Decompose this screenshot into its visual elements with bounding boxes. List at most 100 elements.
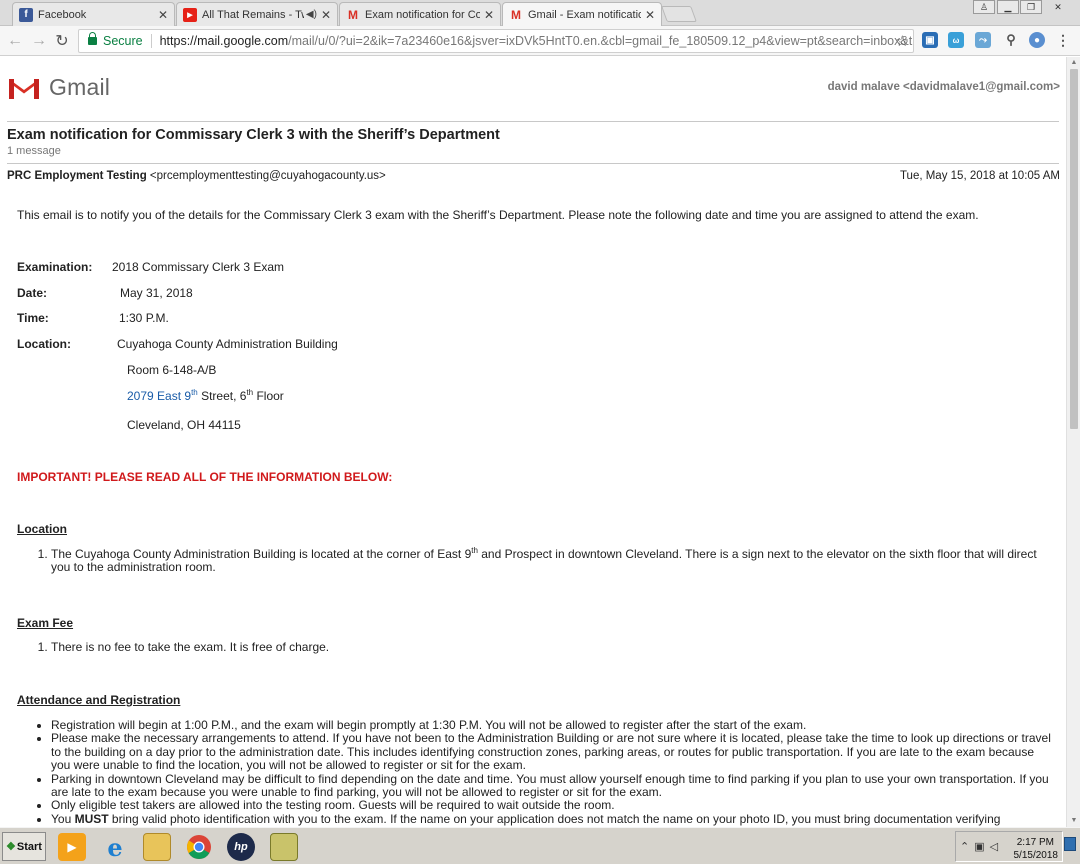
list-item: The Cuyahoga County Administration Build… xyxy=(51,546,1055,575)
list-item: You MUST bring valid photo identificatio… xyxy=(51,811,1055,826)
close-icon[interactable]: ✕ xyxy=(158,8,168,22)
divider xyxy=(7,121,1059,122)
location-city: Cleveland, OH 44115 xyxy=(127,418,241,432)
speaker-icon[interactable]: ◀) xyxy=(306,9,317,20)
media-player-icon[interactable]: ▶ xyxy=(58,833,86,861)
time-value: 1:30 P.M. xyxy=(119,311,169,325)
folder-icon[interactable] xyxy=(143,833,171,861)
start-label: Start xyxy=(16,840,42,853)
emphasis: MUST xyxy=(74,811,109,826)
scroll-thumb[interactable] xyxy=(1070,69,1078,429)
list-item-text: The Cuyahoga County Administration Build… xyxy=(51,547,472,561)
windows-taskbar: ❖ Start ▶ e hp ⌃▣◁ 2:17 PM 5/15/2018 xyxy=(0,827,1080,864)
address-link[interactable]: 2079 East 9th xyxy=(127,389,198,404)
profile-icon[interactable]: ♙ xyxy=(973,0,995,14)
new-tab-button[interactable] xyxy=(661,6,697,22)
fee-list: There is no fee to take the exam. It is … xyxy=(51,640,1055,654)
tab-title: Gmail - Exam notification fo xyxy=(528,9,641,21)
list-item: Please make the necessary arrangements t… xyxy=(51,732,1055,772)
exam-value: 2018 Commissary Clerk 3 Exam xyxy=(112,260,285,274)
internet-explorer-icon[interactable]: e xyxy=(101,833,129,862)
start-button[interactable]: ❖ Start xyxy=(2,832,46,861)
address-bar[interactable]: Secure https://mail.google.com/mail/u/0/… xyxy=(78,29,914,53)
sender-email: <prcemploymenttesting@cuyahogacounty.us> xyxy=(149,170,386,182)
list-item-text: You xyxy=(51,811,75,826)
clock-date[interactable]: 5/15/2018 xyxy=(1014,850,1059,861)
address-street: Street, 6 xyxy=(197,389,247,403)
gmail-print-view: Gmail david malave <davidmalave1@gmail.c… xyxy=(0,57,1066,827)
exam-label: Examination: xyxy=(17,260,93,274)
back-arrow-icon[interactable]: ← xyxy=(6,32,24,50)
gmail-icon: M xyxy=(348,7,358,22)
window-close-button[interactable]: ✕ xyxy=(1043,0,1073,14)
tab-gmail-active[interactable]: M Gmail - Exam notification fo ✕ xyxy=(502,2,662,27)
superscript: th xyxy=(471,546,478,555)
show-desktop-button[interactable] xyxy=(1064,837,1076,851)
clock-time[interactable]: 2:17 PM xyxy=(1017,837,1054,848)
chrome-icon[interactable] xyxy=(185,833,213,861)
list-item: Parking in downtown Cleveland may be dif… xyxy=(51,772,1055,800)
section-heading-location: Location xyxy=(17,522,67,536)
gmail-logo[interactable]: Gmail xyxy=(7,74,110,101)
message-count: 1 message xyxy=(7,145,61,157)
hp-icon[interactable]: hp xyxy=(227,833,255,861)
chrome-logo xyxy=(187,835,211,860)
close-icon[interactable]: ✕ xyxy=(645,8,655,22)
divider xyxy=(150,34,152,48)
close-icon[interactable]: ✕ xyxy=(321,8,331,22)
attendance-list: Registration will begin at 1:00 P.M., an… xyxy=(51,718,1055,826)
tray-icons[interactable]: ⌃▣◁ xyxy=(960,840,1003,853)
bookmark-star-icon[interactable]: ☆ xyxy=(896,32,909,50)
list-item: Only eligible test takers are allowed in… xyxy=(51,799,1055,813)
url-path: /mail/u/0/?ui=2&ik=7a23460e16&jsver=ixDV… xyxy=(288,34,914,48)
extension-icon[interactable]: ⤳ xyxy=(975,32,991,48)
tab-title: Facebook xyxy=(38,8,87,21)
reload-icon[interactable]: ↻ xyxy=(53,32,71,50)
tab-exam-notification[interactable]: M Exam notification for Comm ✕ xyxy=(339,2,501,26)
location-room: Room 6-148-A/B xyxy=(127,363,217,377)
secure-label: Secure xyxy=(103,34,143,48)
address-floor: Floor xyxy=(253,389,284,403)
section-heading-attendance: Attendance and Registration xyxy=(17,693,181,707)
app-icon[interactable] xyxy=(270,833,298,861)
address-link-text: 2079 East 9 xyxy=(127,389,192,403)
gmail-icon: M xyxy=(511,8,521,22)
tab-title: All That Remains - Two xyxy=(202,8,304,21)
extension-icon[interactable]: ▣ xyxy=(922,32,938,48)
location-pin-icon[interactable]: ⚲ xyxy=(1003,32,1019,48)
scroll-up-arrow-icon[interactable]: ▲ xyxy=(1069,58,1079,68)
facebook-icon: f xyxy=(19,7,33,22)
browser-toolbar: ← → ↻ Secure https://mail.google.com/mai… xyxy=(0,26,1080,56)
intro-paragraph: This email is to notify you of the detai… xyxy=(17,208,979,222)
system-tray: ⌃▣◁ 2:17 PM 5/15/2018 xyxy=(955,831,1063,862)
windows-flag-icon: ❖ xyxy=(6,841,16,853)
restore-button[interactable]: ❐ xyxy=(1020,0,1042,14)
email-date: Tue, May 15, 2018 at 10:05 AM xyxy=(899,170,1060,182)
tab-youtube[interactable]: ▶ All That Remains - Two ◀) ✕ xyxy=(176,2,338,26)
forward-arrow-icon[interactable]: → xyxy=(30,32,48,50)
page-scrollbar[interactable]: ▲ ▼ xyxy=(1066,57,1080,827)
gmail-m-icon xyxy=(9,78,39,99)
important-notice: IMPORTANT! PLEASE READ ALL OF THE INFORM… xyxy=(17,470,393,484)
date-label: Date: xyxy=(17,286,48,300)
extension-icon[interactable]: ● xyxy=(1029,32,1045,48)
location-list: The Cuyahoga County Administration Build… xyxy=(51,546,1055,575)
time-label: Time: xyxy=(17,311,49,325)
close-icon[interactable]: ✕ xyxy=(484,8,494,22)
tab-title: Exam notification for Comm xyxy=(365,8,480,21)
list-item: There is no fee to take the exam. It is … xyxy=(51,640,1055,654)
scroll-down-arrow-icon[interactable]: ▼ xyxy=(1069,816,1079,826)
extension-icon[interactable]: ω xyxy=(948,32,964,48)
location-building: Cuyahoga County Administration Building xyxy=(117,337,338,351)
youtube-icon: ▶ xyxy=(183,7,197,22)
lock-icon xyxy=(88,32,97,45)
browser-tab-strip: f Facebook ✕ ▶ All That Remains - Two ◀)… xyxy=(0,0,1080,27)
menu-kebab-icon[interactable]: ⋮ xyxy=(1055,32,1071,48)
date-value: May 31, 2018 xyxy=(120,286,193,300)
account-info: david malave <davidmalave1@gmail.com> xyxy=(827,81,1060,93)
gmail-wordmark: Gmail xyxy=(49,74,111,100)
url-host: https://mail.google.com xyxy=(159,34,289,48)
minimize-button[interactable]: ▁ xyxy=(997,0,1019,14)
tab-facebook[interactable]: f Facebook ✕ xyxy=(12,2,175,26)
location-label: Location: xyxy=(17,337,71,351)
